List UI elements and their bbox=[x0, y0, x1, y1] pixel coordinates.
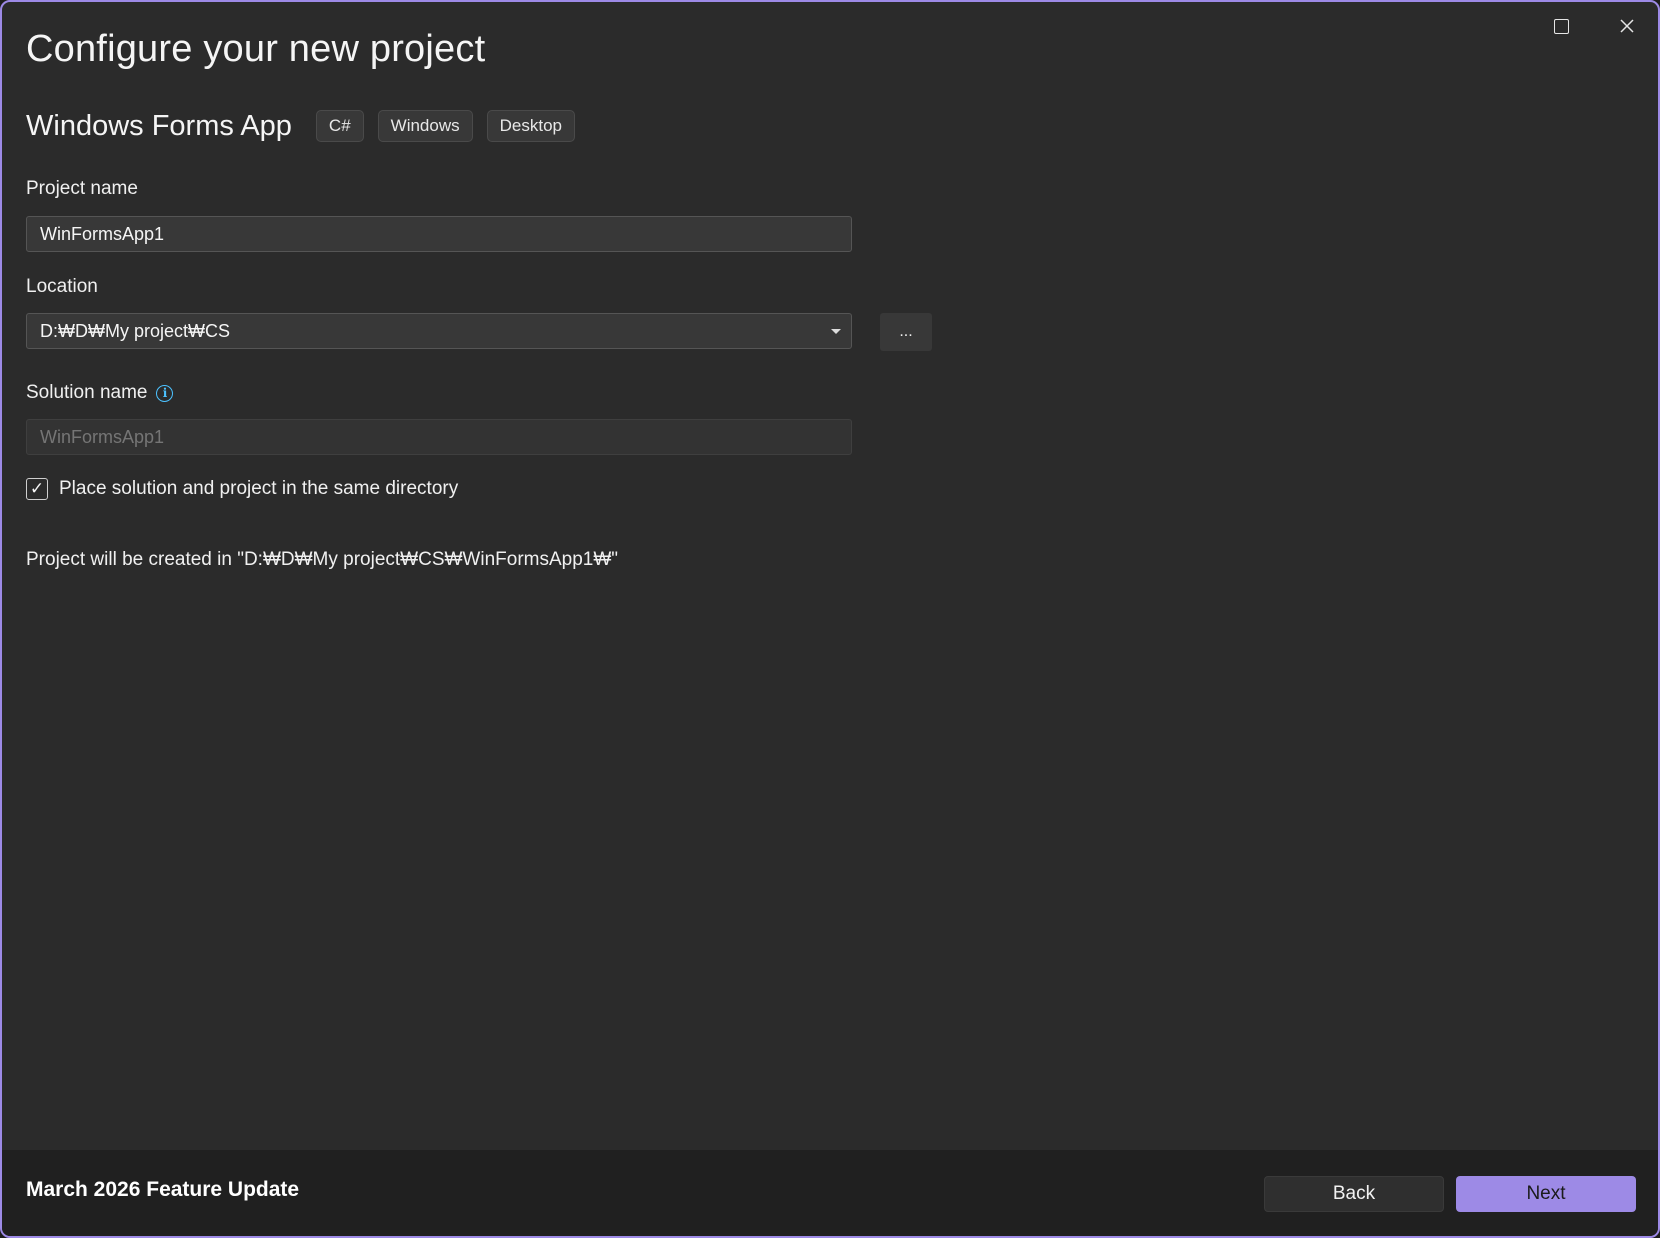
solution-name-label-row: Solution name i bbox=[26, 382, 174, 404]
solution-name-input[interactable] bbox=[26, 419, 852, 455]
dialog-window: Configure your new project Windows Forms… bbox=[0, 0, 1660, 1238]
maximize-button[interactable] bbox=[1538, 10, 1584, 42]
template-header: Windows Forms App C# Windows Desktop bbox=[26, 108, 589, 144]
checkmark-icon: ✓ bbox=[29, 479, 45, 499]
same-directory-checkbox[interactable]: ✓ bbox=[26, 478, 48, 500]
page-title: Configure your new project bbox=[26, 28, 486, 70]
solution-name-label: Solution name bbox=[26, 382, 148, 403]
next-button[interactable]: Next bbox=[1456, 1176, 1636, 1212]
close-icon bbox=[1620, 19, 1634, 33]
feature-update-label: March 2026 Feature Update bbox=[26, 1178, 300, 1201]
project-name-label: Project name bbox=[26, 178, 138, 199]
location-combobox[interactable]: D:₩D₩My project₩CS bbox=[26, 313, 852, 349]
maximize-icon bbox=[1553, 18, 1569, 34]
location-label: Location bbox=[26, 276, 98, 297]
tag-platform: Windows bbox=[377, 110, 473, 142]
browse-button[interactable]: ... bbox=[880, 313, 932, 351]
back-button[interactable]: Back bbox=[1264, 1176, 1444, 1212]
project-path-summary: Project will be created in "D:₩D₩My proj… bbox=[26, 549, 619, 570]
info-icon[interactable]: i bbox=[156, 384, 174, 402]
same-directory-option[interactable]: ✓ Place solution and project in the same… bbox=[26, 478, 458, 500]
chevron-down-icon[interactable] bbox=[831, 328, 841, 334]
same-directory-label[interactable]: Place solution and project in the same d… bbox=[59, 478, 458, 500]
location-value: D:₩D₩My project₩CS bbox=[40, 320, 230, 341]
tag-language: C# bbox=[315, 110, 364, 142]
close-button[interactable] bbox=[1604, 10, 1650, 42]
footer: March 2026 Feature Update Back Next bbox=[2, 1150, 1658, 1236]
project-name-input[interactable] bbox=[26, 216, 852, 252]
template-name: Windows Forms App bbox=[26, 109, 292, 142]
tag-project-type: Desktop bbox=[486, 110, 575, 142]
